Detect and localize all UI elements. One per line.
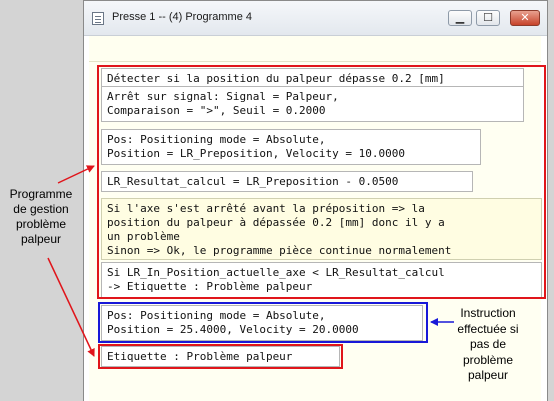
arrow-to-program (57, 165, 95, 184)
arrow-to-label (47, 257, 95, 357)
annotation-arrows (47, 165, 454, 357)
